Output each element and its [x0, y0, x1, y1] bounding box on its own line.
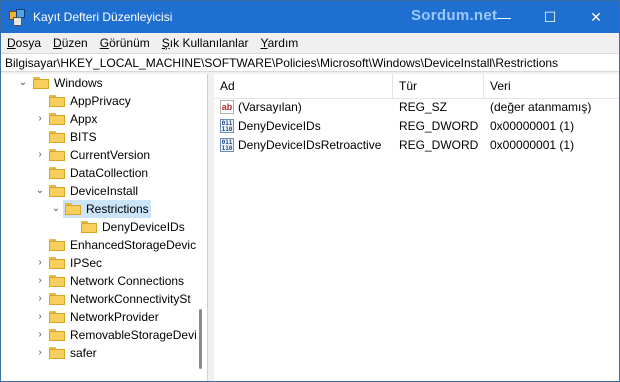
tree-item-deviceinstall[interactable]: ⌄ DeviceInstall: [1, 182, 207, 200]
folder-icon: [49, 347, 65, 359]
values-list[interactable]: Ad Tür Veri ab (Varsayılan) REG_SZ (değe…: [214, 74, 619, 381]
menu-view[interactable]: Görünüm: [94, 33, 156, 53]
tree-item-networkprovider[interactable]: › NetworkProvider: [1, 308, 207, 326]
tree-item-label: NetworkProvider: [70, 310, 159, 324]
chevron-right-icon[interactable]: ›: [34, 308, 46, 326]
tree-item-networkconnectivitystatus[interactable]: › NetworkConnectivitySt: [1, 290, 207, 308]
value-name: DenyDeviceIDs: [238, 119, 321, 133]
list-row[interactable]: ab (Varsayılan) REG_SZ (değer atanmamış): [214, 98, 619, 117]
tree-item-safer[interactable]: › safer: [1, 344, 207, 362]
chevron-right-icon[interactable]: ›: [34, 272, 46, 290]
chevron-right-icon[interactable]: ›: [34, 254, 46, 272]
folder-icon: [49, 185, 65, 197]
key-tree[interactable]: ⌄ Windows AppPrivacy › Appx BITS › Curre…: [1, 74, 208, 381]
value-type: REG_DWORD: [399, 119, 479, 133]
menu-favorites[interactable]: Şık Kullanılanlar: [156, 33, 255, 53]
value-type: REG_DWORD: [399, 138, 479, 152]
minimize-button[interactable]: —: [481, 1, 527, 33]
tree-item-appx[interactable]: › Appx: [1, 110, 207, 128]
tree-item-label: Network Connections: [70, 274, 185, 288]
title-bar[interactable]: Kayıt Defteri Düzenleyicisi Sordum.net —…: [1, 1, 619, 33]
menu-help[interactable]: Yardım: [255, 33, 305, 53]
folder-icon: [49, 257, 65, 269]
tree-item-appprivacy[interactable]: AppPrivacy: [1, 92, 207, 110]
tree-item-label: AppPrivacy: [70, 94, 131, 108]
chevron-right-icon[interactable]: ›: [34, 344, 46, 362]
chevron-right-icon[interactable]: ›: [34, 146, 46, 164]
chevron-down-icon[interactable]: ⌄: [50, 200, 62, 218]
tree-item-label: NetworkConnectivitySt: [70, 292, 191, 306]
tree-item-label: DataCollection: [70, 166, 149, 180]
tree-item-label: BITS: [70, 130, 97, 144]
column-header-data[interactable]: Veri: [484, 74, 619, 98]
folder-icon: [49, 149, 65, 161]
tree-item-label: DenyDeviceIDs: [102, 220, 185, 234]
address-bar[interactable]: Bilgisayar\HKEY_LOCAL_MACHINE\SOFTWARE\P…: [1, 53, 619, 72]
tree-item-label: IPSec: [70, 256, 103, 270]
folder-icon: [81, 221, 97, 233]
tree-item-denydeviceids[interactable]: DenyDeviceIDs: [1, 218, 207, 236]
dword-value-icon: 011 110: [220, 138, 234, 152]
folder-open-icon: [65, 203, 81, 215]
list-row[interactable]: 011 110 DenyDeviceIDsRetroactive REG_DWOR…: [214, 136, 619, 155]
tree-item-ipsec[interactable]: › IPSec: [1, 254, 207, 272]
tree-item-label: EnhancedStorageDevic: [70, 238, 197, 252]
tree-item-label: Appx: [70, 112, 98, 126]
tree-item-currentversion[interactable]: › CurrentVersion: [1, 146, 207, 164]
menu-bar: Dosya Düzen Görünüm Şık Kullanılanlar Ya…: [1, 33, 619, 53]
value-data: 0x00000001 (1): [490, 138, 575, 152]
chevron-down-icon[interactable]: ⌄: [17, 74, 29, 92]
registry-editor-window: Kayıt Defteri Düzenleyicisi Sordum.net —…: [0, 0, 620, 382]
column-header-type[interactable]: Tür: [393, 74, 483, 98]
folder-icon: [49, 95, 65, 107]
folder-icon: [33, 77, 49, 89]
chevron-right-icon[interactable]: ›: [34, 110, 46, 128]
tree-item-network-connections[interactable]: › Network Connections: [1, 272, 207, 290]
chevron-down-icon[interactable]: ⌄: [34, 182, 46, 200]
minimize-icon: —: [497, 9, 511, 25]
close-button[interactable]: ✕: [573, 1, 619, 33]
tree-item-label: CurrentVersion: [70, 148, 151, 162]
value-type: REG_SZ: [399, 100, 448, 114]
list-header: Ad Tür Veri: [214, 74, 619, 99]
menu-edit[interactable]: Düzen: [47, 33, 94, 53]
value-data: 0x00000001 (1): [490, 119, 575, 133]
maximize-icon: ☐: [543, 8, 557, 25]
folder-icon: [49, 131, 65, 143]
tree-item-label: safer: [70, 346, 97, 360]
tree-item-windows[interactable]: ⌄ Windows: [1, 74, 207, 92]
chevron-right-icon[interactable]: ›: [34, 290, 46, 308]
folder-icon: [49, 329, 65, 341]
string-value-icon: ab: [220, 100, 234, 114]
folder-icon: [49, 311, 65, 323]
tree-item-label: RemovableStorageDevi: [70, 328, 197, 342]
column-header-name[interactable]: Ad: [214, 74, 392, 98]
folder-icon: [49, 275, 65, 287]
window-title: Kayıt Defteri Düzenleyicisi: [33, 10, 173, 24]
folder-icon: [49, 113, 65, 125]
folder-icon: [49, 293, 65, 305]
chevron-right-icon[interactable]: ›: [34, 326, 46, 344]
dword-value-icon: 011 110: [220, 119, 234, 133]
maximize-button[interactable]: ☐: [527, 1, 573, 33]
tree-item-datacollection[interactable]: DataCollection: [1, 164, 207, 182]
folder-icon: [49, 167, 65, 179]
tree-item-label: Restrictions: [86, 202, 149, 216]
registry-editor-icon: [9, 9, 25, 26]
tree-scrollbar-thumb[interactable]: [199, 309, 202, 369]
folder-icon: [49, 239, 65, 251]
tree-item-enhancedstoragedevices[interactable]: EnhancedStorageDevic: [1, 236, 207, 254]
value-name: (Varsayılan): [238, 100, 302, 114]
value-name: DenyDeviceIDsRetroactive: [238, 138, 382, 152]
tree-item-removablestoragedevices[interactable]: › RemovableStorageDevi: [1, 326, 207, 344]
tree-item-bits[interactable]: BITS: [1, 128, 207, 146]
value-data: (değer atanmamış): [490, 100, 592, 114]
menu-file[interactable]: Dosya: [1, 33, 47, 53]
tree-item-label: Windows: [54, 76, 103, 90]
tree-item-restrictions[interactable]: ⌄ Restrictions: [1, 200, 207, 218]
close-icon: ✕: [590, 8, 602, 25]
list-row[interactable]: 011 110 DenyDeviceIDs REG_DWORD 0x0000000…: [214, 117, 619, 136]
tree-item-label: DeviceInstall: [70, 184, 139, 198]
